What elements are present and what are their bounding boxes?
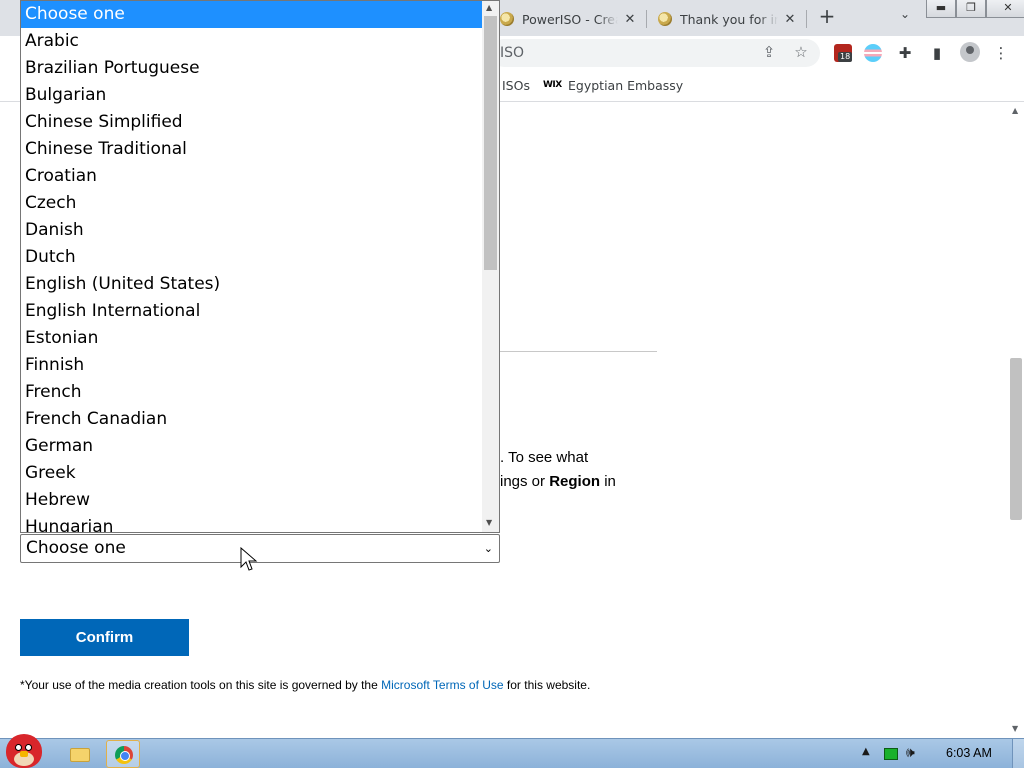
language-option[interactable]: Estonian <box>21 325 499 352</box>
language-option[interactable]: Croatian <box>21 163 499 190</box>
close-tab-icon[interactable]: ✕ <box>622 12 638 27</box>
scroll-down-arrow-icon[interactable]: ▼ <box>1012 724 1018 733</box>
window-controls: ▬ ❐ ✕ <box>926 0 1024 18</box>
language-option[interactable]: French Canadian <box>21 406 499 433</box>
minimize-button[interactable]: ▬ <box>926 0 956 18</box>
chrome-icon <box>115 746 133 764</box>
language-option[interactable]: Bulgarian <box>21 82 499 109</box>
instruction-text-segment: in <box>600 473 616 490</box>
battery-icon[interactable] <box>884 748 898 760</box>
language-option[interactable]: Hungarian <box>21 514 499 532</box>
volume-icon[interactable]: 🕪 <box>906 745 915 761</box>
tab-separator <box>806 10 807 28</box>
windows-taskbar <box>0 738 1024 768</box>
tab-separator <box>646 10 647 28</box>
close-tab-icon[interactable]: ✕ <box>782 12 798 27</box>
confirm-button[interactable]: Confirm <box>20 619 189 656</box>
language-option[interactable]: Danish <box>21 217 499 244</box>
option-list: Choose one Arabic Brazilian Portuguese Bulg… <box>21 1 499 532</box>
language-dropdown-list[interactable]: Choose one Arabic Brazilian Portuguese Bulg… <box>20 0 500 533</box>
language-option[interactable]: German <box>21 433 499 460</box>
new-tab-button[interactable]: + <box>816 5 838 29</box>
dropdown-scrollbar-thumb[interactable] <box>484 16 497 270</box>
instruction-text-segment: ings or <box>500 473 550 490</box>
instruction-text-line2: ings or Region in <box>500 473 616 490</box>
language-option[interactable]: French <box>21 379 499 406</box>
language-option[interactable]: English International <box>21 298 499 325</box>
language-option[interactable]: Dutch <box>21 244 499 271</box>
terms-suffix: for this website. <box>503 678 591 692</box>
chrome-taskbar-button[interactable] <box>106 740 140 768</box>
language-select-value: Choose one <box>26 538 126 558</box>
bookmark-egyptian-embassy[interactable]: Egyptian Embassy <box>568 78 683 93</box>
terms-link[interactable]: Microsoft Terms of Use <box>381 678 503 692</box>
share-icon[interactable]: ⇪ <box>760 43 778 61</box>
language-option[interactable]: Choose one <box>21 1 499 28</box>
chevron-down-icon: ⌄ <box>483 542 493 555</box>
language-option[interactable]: Chinese Simplified <box>21 109 499 136</box>
side-panel-icon[interactable]: ▮ <box>928 44 946 62</box>
taskbar-clock[interactable]: 6:03 AM <box>946 746 992 760</box>
instruction-text-line1: . To see what <box>500 449 589 466</box>
profile-avatar[interactable] <box>960 42 980 62</box>
bookmark-isos[interactable]: ISOs <box>502 78 530 93</box>
bird-beak <box>20 751 28 757</box>
start-button-angry-bird-icon[interactable] <box>4 732 46 768</box>
terms-notice: *Your use of the media creation tools on… <box>20 678 590 692</box>
language-option[interactable]: Hebrew <box>21 487 499 514</box>
language-option[interactable]: English (United States) <box>21 271 499 298</box>
terms-prefix: *Your use of the media creation tools on… <box>20 678 382 692</box>
language-option[interactable]: Greek <box>21 460 499 487</box>
tab-title: Thank you for in <box>680 11 778 27</box>
bookmark-star-icon[interactable]: ☆ <box>792 43 810 61</box>
show-desktop-button[interactable] <box>1012 739 1024 768</box>
tab-poweriso[interactable]: PowerISO - Crea ✕ <box>494 4 644 34</box>
extension-badge: 18 <box>838 52 853 62</box>
language-option[interactable]: Czech <box>21 190 499 217</box>
extension-flag-icon[interactable] <box>864 44 882 62</box>
tray-expand-icon[interactable]: ▲ <box>862 746 870 757</box>
language-option[interactable]: Arabic <box>21 28 499 55</box>
language-option[interactable]: Chinese Traditional <box>21 136 499 163</box>
extensions-puzzle-icon[interactable]: ✚ <box>896 44 914 62</box>
mouse-cursor-icon <box>240 547 258 571</box>
restore-button[interactable]: ❐ <box>956 0 986 18</box>
bird-eye <box>25 744 32 751</box>
menu-kebab-icon[interactable]: ⋮ <box>992 44 1010 62</box>
region-emphasis: Region <box>549 473 601 490</box>
dropdown-scroll-up-icon[interactable]: ▲ <box>486 3 492 12</box>
file-explorer-icon[interactable] <box>68 744 92 764</box>
language-option[interactable]: Finnish <box>21 352 499 379</box>
wix-icon: WIX <box>543 80 562 90</box>
close-window-button[interactable]: ✕ <box>986 0 1024 18</box>
language-option[interactable]: Brazilian Portuguese <box>21 55 499 82</box>
dropdown-scroll-down-icon[interactable]: ▼ <box>486 518 492 527</box>
cd-icon <box>500 12 514 26</box>
page-scrollbar-thumb[interactable] <box>1010 358 1022 520</box>
divider <box>500 351 657 352</box>
cd-icon <box>658 12 672 26</box>
tab-search-button[interactable]: ⌄ <box>896 7 914 25</box>
tab-title: PowerISO - Crea <box>522 11 618 27</box>
tab-thank-you[interactable]: Thank you for in ✕ <box>652 4 804 34</box>
bird-eye <box>15 744 22 751</box>
language-select[interactable]: Choose one ⌄ <box>20 534 500 563</box>
scroll-up-arrow-icon[interactable]: ▲ <box>1012 106 1018 115</box>
folder-shape <box>70 748 90 762</box>
